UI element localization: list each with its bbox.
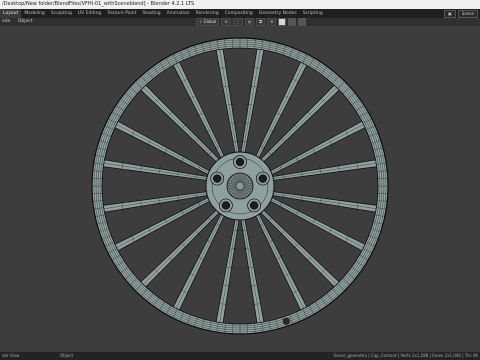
center-cap — [235, 181, 245, 191]
tab-layout[interactable]: Layout — [0, 9, 22, 18]
tab-animation[interactable]: Animation — [164, 9, 193, 18]
wheel-model[interactable] — [0, 26, 480, 352]
shading-solid-button[interactable] — [278, 18, 287, 26]
scene-selector: ▣ Scene — [444, 9, 480, 18]
tab-modeling[interactable]: Modeling — [21, 9, 47, 18]
tab-sculpting[interactable]: Sculpting — [48, 9, 75, 18]
tab-uv-editing[interactable]: UV Editing — [75, 9, 104, 18]
lug-hole — [221, 201, 231, 210]
proportional-edit-button[interactable]: ◎ — [244, 18, 255, 26]
lug-hole — [249, 201, 259, 210]
scene-icon[interactable]: ▣ — [444, 9, 456, 18]
lug-hole — [258, 174, 268, 183]
shading-rendered-button[interactable] — [298, 18, 307, 26]
window-title-bar: /Desktop/New folder/BlendFiles/VFHI-01_w… — [0, 0, 480, 9]
snap-button[interactable]: ⋮ — [232, 18, 243, 26]
tab-texture-paint[interactable]: Texture Paint — [104, 9, 139, 18]
pivot-button[interactable]: ⊙ — [221, 18, 231, 26]
transform-controls: ⊹ Global ⊙ ⋮ ◎ ⧉ ✕ — [196, 18, 307, 26]
status-bar: ate View Object Scene_geometry | Cap_Con… — [0, 352, 480, 360]
object-menu[interactable]: Object — [18, 19, 33, 24]
xray-button[interactable]: ⧉ — [256, 18, 266, 26]
status-object: Object — [60, 353, 74, 358]
tab-geometry-nodes[interactable]: Geometry Nodes — [256, 9, 300, 18]
orientation-dropdown[interactable]: ⊹ Global — [196, 18, 220, 26]
scene-name-field[interactable]: Scene — [457, 9, 478, 18]
mode-menu[interactable]: ode — [2, 19, 10, 24]
lug-hole — [212, 174, 222, 183]
window-title: /Desktop/New folder/BlendFiles/VFHI-01_w… — [2, 1, 195, 7]
status-stats: Scene_geometry | Cap_Content | Verts 2x1… — [333, 353, 478, 358]
shading-material-button[interactable] — [288, 18, 297, 26]
tab-rendering[interactable]: Rendering — [193, 9, 222, 18]
3d-viewport[interactable] — [0, 26, 480, 352]
tab-compositing[interactable]: Compositing — [222, 9, 256, 18]
valve-stem — [282, 317, 290, 325]
workspace-tabs-bar: Layout Modeling Sculpting UV Editing Texture… — [0, 9, 480, 18]
tab-shading[interactable]: Shading — [139, 9, 163, 18]
wheel-hub — [205, 151, 275, 221]
status-left: ate View — [2, 353, 20, 358]
tab-scripting[interactable]: Scripting — [300, 9, 326, 18]
viewport-header: ode Object ⊹ Global ⊙ ⋮ ◎ ⧉ ✕ — [0, 18, 480, 26]
lug-hole — [235, 157, 245, 167]
overlay-button[interactable]: ✕ — [267, 18, 277, 26]
